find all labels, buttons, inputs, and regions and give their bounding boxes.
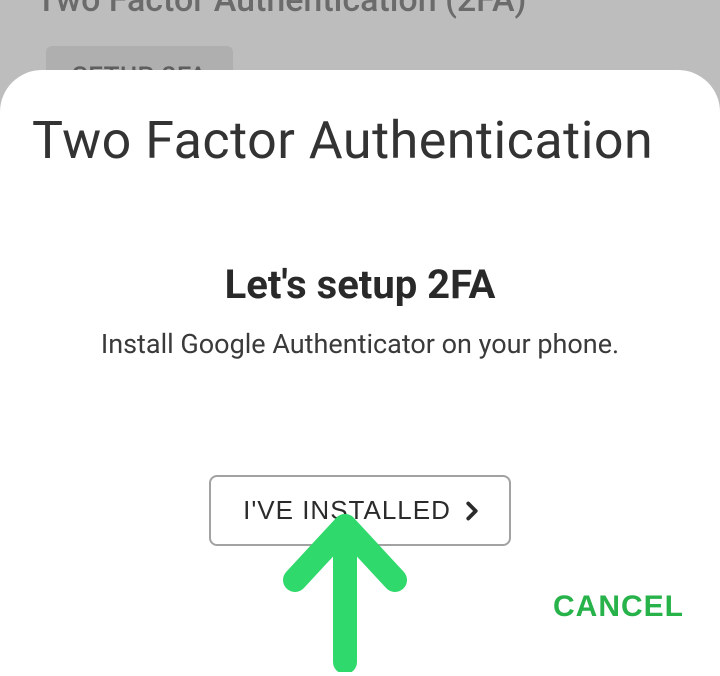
cancel-button[interactable]: CANCEL	[553, 590, 684, 624]
chevron-right-icon	[457, 496, 487, 526]
two-factor-dialog: Two Factor Authentication Let's setup 2F…	[0, 70, 720, 654]
step-instruction: Install Google Authenticator on your pho…	[30, 328, 690, 360]
step-heading: Let's setup 2FA	[30, 261, 690, 308]
ive-installed-button[interactable]: I'VE INSTALLED	[209, 475, 511, 546]
dialog-title: Two Factor Authentication	[32, 110, 690, 171]
ive-installed-label: I'VE INSTALLED	[243, 495, 451, 526]
dialog-action-row: I'VE INSTALLED	[30, 475, 690, 546]
dialog-body: Let's setup 2FA Install Google Authentic…	[30, 261, 690, 360]
